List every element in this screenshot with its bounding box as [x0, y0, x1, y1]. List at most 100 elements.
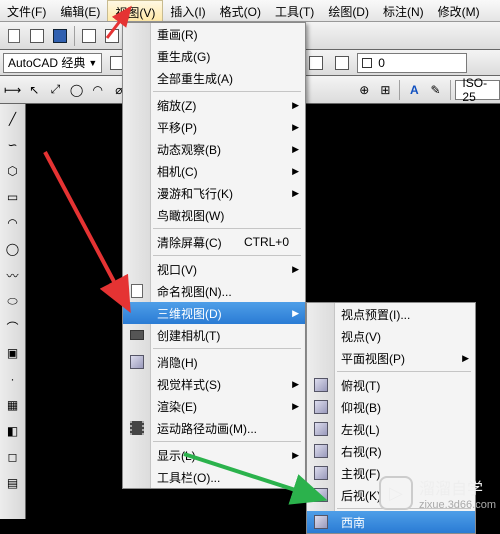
- block-icon[interactable]: ▣: [2, 342, 24, 364]
- menu-item-label: 三维视图(D): [157, 305, 222, 322]
- menu-item[interactable]: 动态观察(B)▶: [123, 138, 305, 160]
- cube-icon: [312, 486, 330, 504]
- menubar-item[interactable]: 修改(M): [431, 0, 487, 21]
- menu-item-shortcut: CTRL+0: [244, 235, 289, 249]
- region-icon[interactable]: ◻: [2, 446, 24, 468]
- menu-item-label: 全部重生成(A): [157, 70, 233, 87]
- menu-item-label: 仰视(B): [341, 399, 381, 416]
- pline-icon[interactable]: ∽: [2, 134, 24, 156]
- menubar-item[interactable]: 编辑(E): [53, 0, 107, 21]
- print-icon[interactable]: [78, 25, 100, 47]
- menubar-item[interactable]: 格式(O): [213, 0, 268, 21]
- workspace-combo[interactable]: AutoCAD 经典 ▼: [3, 53, 102, 73]
- menu-item-label: 缩放(Z): [157, 97, 196, 114]
- menu-item[interactable]: 工具栏(O)...: [123, 466, 305, 488]
- menu-item[interactable]: 西南: [307, 511, 475, 533]
- dim5-icon[interactable]: ◠: [89, 79, 107, 101]
- menu-item-label: 西南: [341, 514, 365, 531]
- dim3-icon[interactable]: ⤢: [46, 79, 64, 101]
- arc-icon[interactable]: ◠: [2, 212, 24, 234]
- watermark: ▷ 溜溜自学 zixue.3d66.com: [379, 475, 496, 511]
- menu-item[interactable]: 视觉样式(S)▶: [123, 373, 305, 395]
- menu-item[interactable]: 视口(V)▶: [123, 258, 305, 280]
- menu-item-label: 重画(R): [157, 26, 198, 43]
- play-icon: ▷: [379, 476, 413, 510]
- dim-edit-icon[interactable]: ✎: [426, 79, 444, 101]
- line-icon[interactable]: ╱: [2, 108, 24, 130]
- menu-item[interactable]: 左视(L): [307, 418, 475, 440]
- dim9-icon[interactable]: ⊞: [376, 79, 394, 101]
- menu-item[interactable]: 视点预置(I)...: [307, 303, 475, 325]
- grad-icon[interactable]: ◧: [2, 420, 24, 442]
- dimstyle-label: ISO-25: [462, 76, 493, 104]
- menu-item[interactable]: 右视(R): [307, 440, 475, 462]
- menubar-item[interactable]: 标注(N): [376, 0, 431, 21]
- cube-icon: [128, 353, 146, 371]
- menu-item-label: 视觉样式(S): [157, 376, 221, 393]
- menu-item[interactable]: 重画(R): [123, 23, 305, 45]
- layer-combo[interactable]: 0: [357, 53, 467, 73]
- poly-icon[interactable]: ⬡: [2, 160, 24, 182]
- menubar-item[interactable]: 文件(F): [0, 0, 53, 21]
- menubar-item[interactable]: 工具(T): [268, 0, 321, 21]
- layer-icon-a[interactable]: [305, 52, 327, 74]
- menu-item[interactable]: 漫游和飞行(K)▶: [123, 182, 305, 204]
- dim2-icon[interactable]: ↖: [25, 79, 43, 101]
- menu-item[interactable]: 三维视图(D)▶: [123, 302, 305, 324]
- cube-icon: [312, 513, 330, 531]
- menu-item[interactable]: 俯视(T): [307, 374, 475, 396]
- preview-icon[interactable]: [101, 25, 123, 47]
- table-icon[interactable]: ▤: [2, 472, 24, 494]
- submenu-arrow-icon: ▶: [292, 401, 299, 412]
- save-icon[interactable]: [49, 25, 71, 47]
- new-icon[interactable]: [3, 25, 25, 47]
- menu-item[interactable]: 视点(V): [307, 325, 475, 347]
- menu-item[interactable]: 创建相机(T): [123, 324, 305, 346]
- hatch-icon[interactable]: ▦: [2, 394, 24, 416]
- menu-item-label: 左视(L): [341, 421, 380, 438]
- menu-item[interactable]: 渲染(E)▶: [123, 395, 305, 417]
- view-menu: 重画(R)重生成(G)全部重生成(A)缩放(Z)▶平移(P)▶动态观察(B)▶相…: [122, 22, 306, 489]
- menu-item[interactable]: 鸟瞰视图(W): [123, 204, 305, 226]
- menu-item-label: 平移(P): [157, 119, 197, 136]
- dim4-icon[interactable]: ◯: [68, 79, 86, 101]
- point-icon[interactable]: ·: [2, 368, 24, 390]
- cube-icon: [312, 464, 330, 482]
- menu-item-label: 右视(R): [341, 443, 382, 460]
- cam-icon: [128, 326, 146, 344]
- menu-item[interactable]: 消隐(H): [123, 351, 305, 373]
- submenu-arrow-icon: ▶: [292, 450, 299, 461]
- menu-item[interactable]: 仰视(B): [307, 396, 475, 418]
- ellipse-icon[interactable]: ⬭: [2, 290, 24, 312]
- menu-item-label: 视点(V): [341, 328, 381, 345]
- dim8-icon[interactable]: ⊕: [355, 79, 373, 101]
- menu-item[interactable]: 缩放(Z)▶: [123, 94, 305, 116]
- menu-item[interactable]: 平面视图(P)▶: [307, 347, 475, 369]
- draw-toolbar: ╱ ∽ ⬡ ▭ ◠ ◯ 〰 ⬭ ⌒ ▣ · ▦ ◧ ◻ ▤: [0, 104, 26, 519]
- layer-icon-b[interactable]: [331, 52, 353, 74]
- menu-item[interactable]: 显示(L) ▶: [123, 444, 305, 466]
- open-icon[interactable]: [26, 25, 48, 47]
- menu-item-label: 平面视图(P): [341, 350, 405, 367]
- menu-item-label: 后视(K): [341, 487, 381, 504]
- menu-item[interactable]: 相机(C)▶: [123, 160, 305, 182]
- menu-item[interactable]: 运动路径动画(M)...: [123, 417, 305, 439]
- menu-item[interactable]: 重生成(G): [123, 45, 305, 67]
- menu-item-label: 重生成(G): [157, 48, 210, 65]
- menu-item[interactable]: 命名视图(N)...: [123, 280, 305, 302]
- menu-item[interactable]: 全部重生成(A): [123, 67, 305, 89]
- circle-icon[interactable]: ◯: [2, 238, 24, 260]
- menubar-item[interactable]: 视图(V): [107, 0, 163, 21]
- menu-item[interactable]: 清除屏幕(C)CTRL+0: [123, 231, 305, 253]
- menubar-item[interactable]: 插入(I): [163, 0, 212, 21]
- spline-icon[interactable]: 〰: [2, 264, 24, 286]
- earc-icon[interactable]: ⌒: [2, 316, 24, 338]
- menu-item-label: 显示(L): [157, 447, 196, 464]
- rect-icon[interactable]: ▭: [2, 186, 24, 208]
- dim1-icon[interactable]: ⟼: [3, 79, 22, 101]
- text-icon[interactable]: A: [405, 79, 423, 101]
- menu-item[interactable]: 平移(P)▶: [123, 116, 305, 138]
- menubar-item[interactable]: 绘图(D): [321, 0, 376, 21]
- chevron-down-icon: ▼: [88, 58, 97, 68]
- dimstyle-combo[interactable]: ISO-25: [455, 80, 500, 100]
